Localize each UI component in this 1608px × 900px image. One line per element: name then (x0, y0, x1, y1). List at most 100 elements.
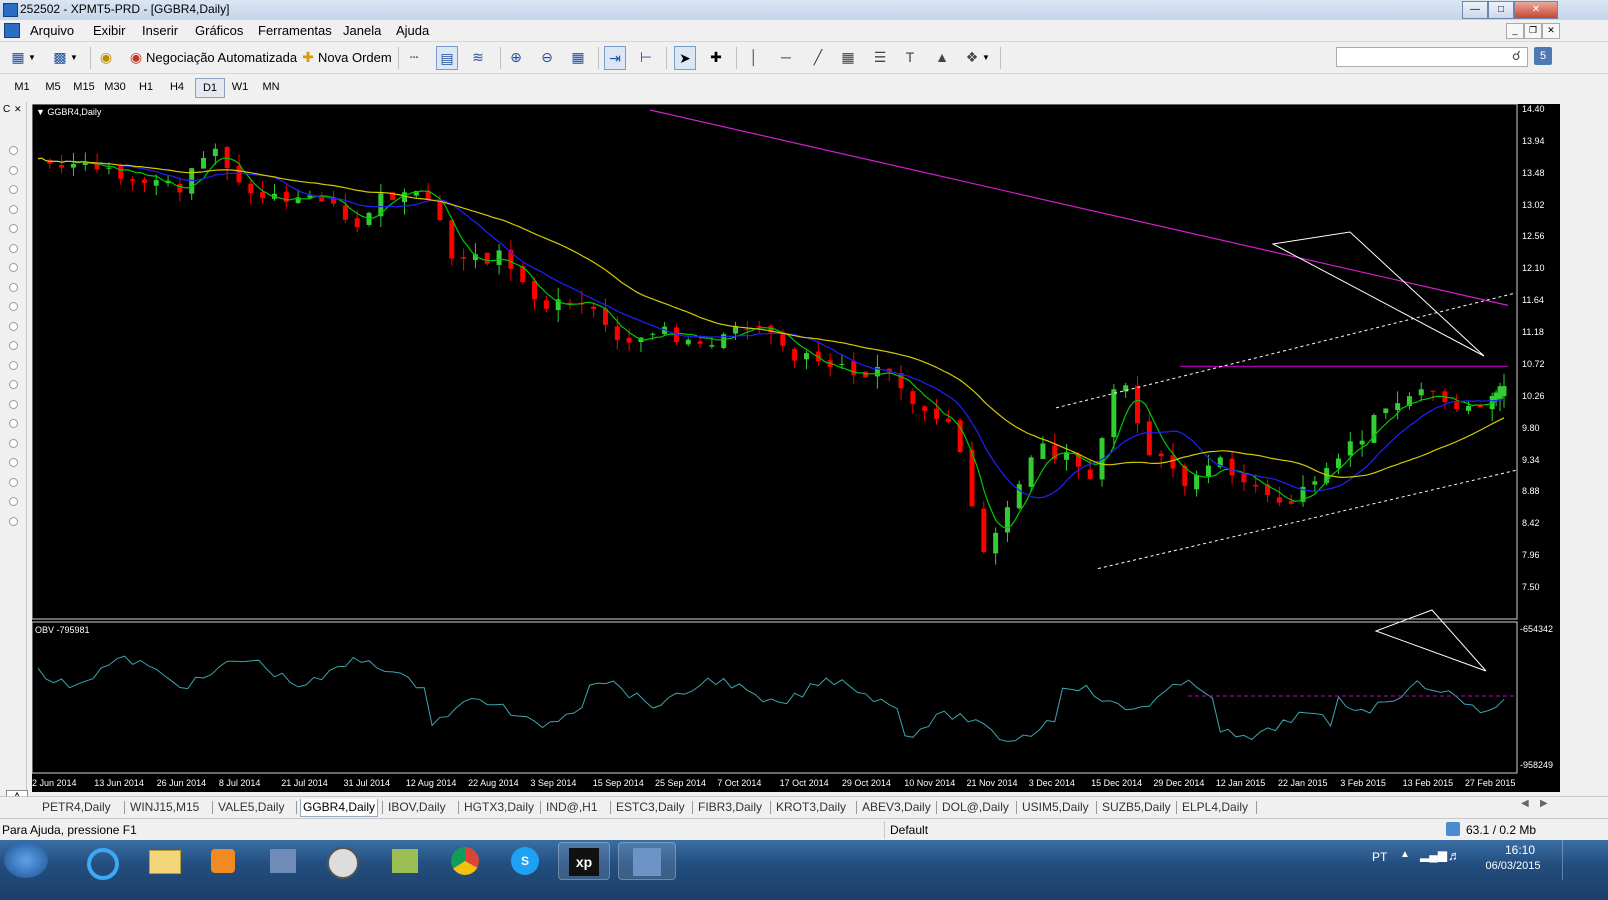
clock-time[interactable]: 16:10 (1490, 843, 1550, 857)
ie-taskbar-icon[interactable] (78, 842, 128, 880)
tf-h4[interactable]: H4 (163, 78, 191, 96)
search-icon[interactable]: ☌ (1512, 48, 1521, 64)
navigator-dot[interactable] (9, 360, 18, 370)
tab-abev3-daily[interactable]: ABEV3,Daily (860, 799, 933, 816)
horizontal-line-button[interactable]: ─ (776, 46, 796, 68)
chrome-taskbar-icon[interactable] (440, 842, 490, 878)
navigator-dot[interactable] (9, 516, 18, 526)
navigator-dot[interactable] (9, 419, 18, 428)
navigator-dot[interactable] (9, 165, 18, 175)
profiles-button[interactable]: ▩ ▼ (50, 46, 78, 68)
tabs-scroll-right[interactable]: ▶ (1540, 798, 1548, 809)
navigator-dot[interactable] (9, 477, 18, 487)
new-chart-button[interactable]: ▦ ▼ (8, 46, 36, 68)
channel-button[interactable]: ▦ (838, 46, 858, 68)
menu-janela[interactable]: Janela (343, 23, 381, 38)
navigator-dot[interactable] (9, 263, 18, 272)
search-input[interactable] (1336, 47, 1528, 67)
tab-petr4-daily[interactable]: PETR4,Daily (40, 799, 113, 816)
menu-inserir[interactable]: Inserir (142, 23, 178, 38)
tab-suzb5-daily[interactable]: SUZB5,Daily (1100, 799, 1173, 816)
media-player-taskbar-icon[interactable] (198, 842, 248, 878)
navigator-dot[interactable] (9, 146, 18, 155)
tab-ggbr4-daily[interactable]: GGBR4,Daily (300, 799, 379, 817)
fibonacci-button[interactable]: ☰ (870, 46, 890, 68)
menu-graficos[interactable]: Gráficos (195, 23, 243, 38)
navigator-dot[interactable] (9, 458, 18, 467)
time-axis[interactable]: 2 Jun 2014 13 Jun 2014 26 Jun 2014 8 Jul 20… (32, 774, 1560, 792)
vertical-line-button[interactable]: │ (744, 46, 764, 68)
line-chart-button[interactable]: ≋ (468, 46, 488, 68)
zoom-out-button[interactable]: ⊖ (537, 46, 557, 68)
navigator-dot[interactable] (9, 341, 18, 350)
network-taskbar-icon[interactable] (258, 842, 308, 878)
navigator-dot[interactable] (9, 302, 18, 311)
tab-fibr3-daily[interactable]: FIBR3,Daily (696, 799, 764, 816)
language-indicator[interactable]: PT (1372, 850, 1387, 864)
explorer-taskbar-icon[interactable] (140, 842, 190, 878)
start-button[interactable] (4, 842, 48, 878)
price-axis[interactable]: 14.40 13.94 13.48 13.02 12.56 12.10 11.64 11.18… (1518, 104, 1560, 774)
tab-elpl4-daily[interactable]: ELPL4,Daily (1180, 799, 1250, 816)
navigator-dot[interactable] (9, 438, 18, 448)
volume-icon[interactable]: ♬ (1448, 848, 1461, 863)
child-window-icon[interactable] (4, 23, 20, 38)
clock-date[interactable]: 06/03/2015 (1478, 860, 1548, 872)
tile-windows-button[interactable]: ▦ (568, 46, 588, 68)
tab-usim5-daily[interactable]: USIM5,Daily (1020, 799, 1091, 816)
text-button[interactable]: T (900, 46, 920, 68)
cursor-button[interactable]: ➤ (674, 46, 696, 70)
tab-estc3-daily[interactable]: ESTC3,Daily (614, 799, 687, 816)
navigator-dot[interactable] (9, 224, 18, 233)
shapes-button[interactable]: ▲ (932, 46, 952, 68)
auto-trading-button[interactable]: ◉ Negociação Automatizada (126, 46, 297, 68)
navigator-dot[interactable] (9, 380, 18, 389)
navigator-dot[interactable] (9, 497, 18, 506)
tf-h1[interactable]: H1 (132, 78, 160, 96)
bar-chart-button[interactable]: ┄ (404, 46, 424, 68)
archive-taskbar-icon[interactable] (380, 842, 430, 878)
community-icon[interactable]: 5 (1534, 47, 1552, 65)
new-order-button[interactable]: ✚ Nova Ordem (298, 46, 392, 68)
tf-w1[interactable]: W1 (226, 78, 254, 96)
chart-shift-button[interactable]: ⊢ (636, 46, 656, 68)
zoom-in-button[interactable]: ⊕ (506, 46, 526, 68)
tf-mn[interactable]: MN (257, 78, 285, 96)
trendline-button[interactable]: ╱ (808, 46, 828, 68)
tf-m1[interactable]: M1 (8, 78, 36, 96)
tab-vale5-daily[interactable]: VALE5,Daily (216, 799, 286, 816)
tab-ind-h1[interactable]: IND@,H1 (544, 799, 600, 816)
menu-exibir[interactable]: Exibir (93, 23, 126, 38)
tabs-scroll-left[interactable]: ◀ (1521, 798, 1529, 809)
tab-krot3-daily[interactable]: KROT3,Daily (774, 799, 848, 816)
tf-m15[interactable]: M15 (70, 78, 98, 96)
mdi-minimize-button[interactable]: _ (1506, 23, 1524, 39)
navigator-dot[interactable] (9, 204, 18, 214)
close-navigator-icon[interactable]: ✕ (14, 104, 22, 115)
navigator-dot[interactable] (9, 243, 18, 253)
tf-m30[interactable]: M30 (101, 78, 129, 96)
navigator-dot[interactable] (9, 282, 18, 292)
maximize-button[interactable]: □ (1488, 1, 1514, 19)
close-button[interactable]: ✕ (1514, 1, 1558, 19)
candle-chart-button[interactable]: ▤ (436, 46, 458, 70)
more-objects-button[interactable]: ❖ ▼ (962, 46, 990, 68)
crosshair-button[interactable]: ✚ (706, 46, 726, 68)
tab-winj15-m15[interactable]: WINJ15,M15 (128, 799, 201, 816)
signal-icon[interactable]: ▂▄▆ (1420, 848, 1447, 862)
minimize-button[interactable]: — (1462, 1, 1488, 19)
menu-ferramentas[interactable]: Ferramentas (258, 23, 332, 38)
mdi-restore-button[interactable]: ❐ (1524, 23, 1542, 39)
mdi-close-button[interactable]: ✕ (1542, 23, 1560, 39)
price-chart[interactable]: ▼ GGBR4,Daily OBV -795981 (32, 104, 1518, 774)
tray-expand-icon[interactable]: ▲ (1400, 849, 1410, 860)
show-desktop-button[interactable] (1562, 840, 1575, 880)
navigator-dot[interactable] (9, 399, 18, 409)
metatrader-taskbar-icon[interactable] (618, 842, 676, 880)
xp-taskbar-icon[interactable]: xp (558, 842, 610, 880)
tab-ibov-daily[interactable]: IBOV,Daily (386, 799, 448, 816)
navigator-dot[interactable] (9, 185, 18, 194)
hp-taskbar-icon[interactable] (318, 842, 368, 879)
market-watch-button[interactable]: ◉ (96, 46, 116, 68)
tab-dol-daily[interactable]: DOL@,Daily (940, 799, 1011, 816)
